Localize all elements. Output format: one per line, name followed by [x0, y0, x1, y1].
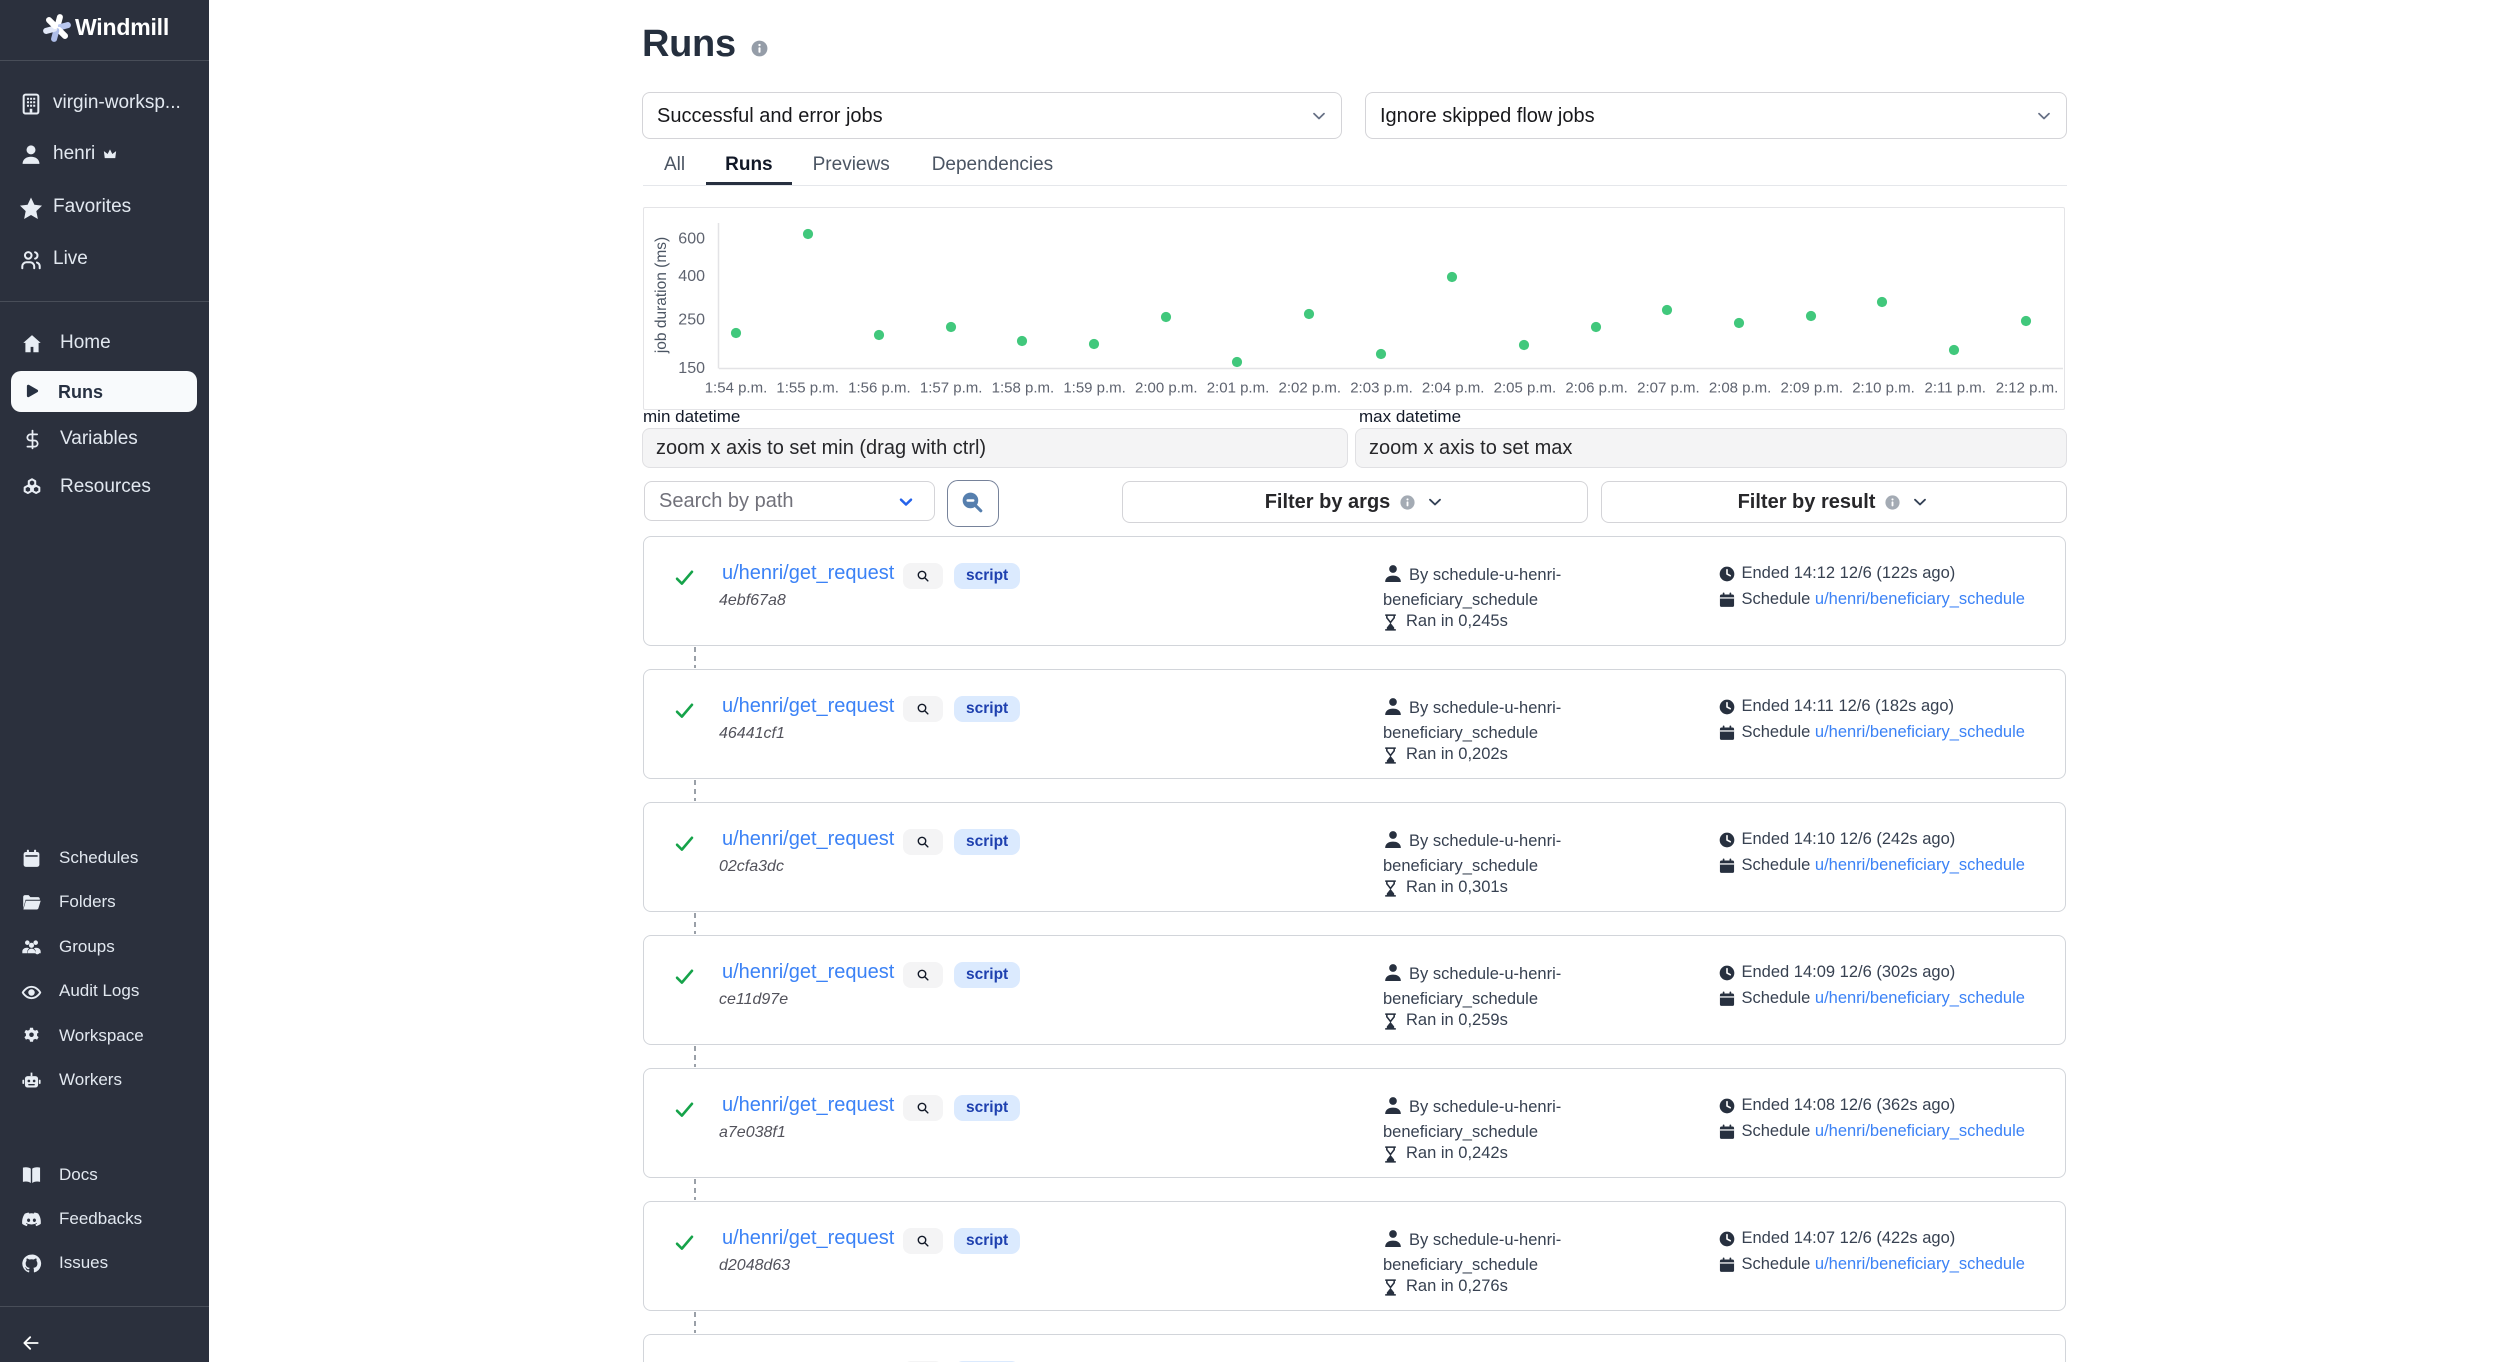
- svg-text:2:08 p.m.: 2:08 p.m.: [1709, 380, 1772, 397]
- svg-text:150: 150: [678, 360, 705, 377]
- svg-text:1:58 p.m.: 1:58 p.m.: [992, 380, 1055, 397]
- svg-text:2:04 p.m.: 2:04 p.m.: [1422, 380, 1485, 397]
- svg-text:2:03 p.m.: 2:03 p.m.: [1350, 380, 1413, 397]
- svg-text:2:10 p.m.: 2:10 p.m.: [1852, 380, 1915, 397]
- svg-text:1:59 p.m.: 1:59 p.m.: [1063, 380, 1126, 397]
- svg-text:2:11 p.m.: 2:11 p.m.: [1924, 380, 1985, 397]
- svg-text:2:06 p.m.: 2:06 p.m.: [1565, 380, 1628, 397]
- svg-text:1:57 p.m.: 1:57 p.m.: [920, 380, 983, 397]
- svg-text:600: 600: [678, 231, 705, 248]
- svg-text:400: 400: [678, 268, 705, 285]
- svg-text:1:54 p.m.: 1:54 p.m.: [705, 380, 768, 397]
- svg-text:2:12 p.m.: 2:12 p.m.: [1996, 380, 2059, 397]
- svg-text:250: 250: [678, 312, 705, 329]
- svg-text:2:00 p.m.: 2:00 p.m.: [1135, 380, 1198, 397]
- svg-text:2:02 p.m.: 2:02 p.m.: [1279, 380, 1342, 397]
- svg-text:2:07 p.m.: 2:07 p.m.: [1637, 380, 1700, 397]
- svg-text:1:55 p.m.: 1:55 p.m.: [776, 380, 839, 397]
- svg-text:1:56 p.m.: 1:56 p.m.: [848, 380, 911, 397]
- svg-text:job duration (ms): job duration (ms): [653, 237, 670, 354]
- svg-text:2:05 p.m.: 2:05 p.m.: [1494, 380, 1557, 397]
- svg-text:2:09 p.m.: 2:09 p.m.: [1781, 380, 1844, 397]
- svg-text:2:01 p.m.: 2:01 p.m.: [1207, 380, 1270, 397]
